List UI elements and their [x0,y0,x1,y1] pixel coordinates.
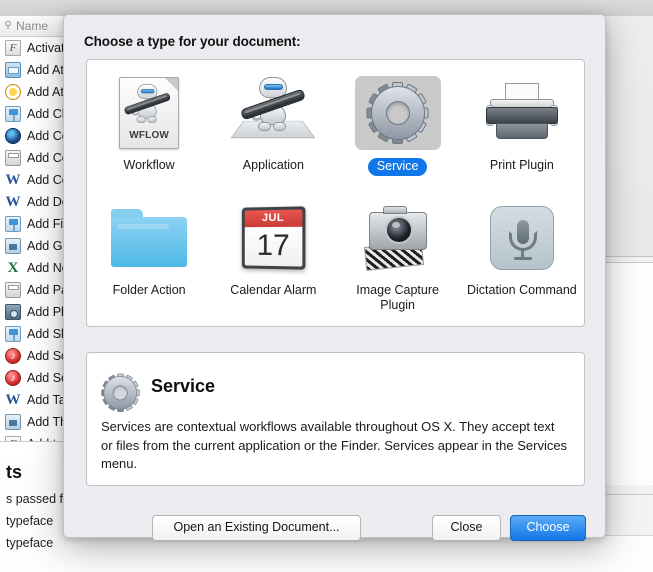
calendar-month: JUL [245,209,303,228]
keynote-icon [5,216,21,232]
document-type-workflow[interactable]: WFLOW Workflow [87,70,211,195]
document-type-label: Calendar Alarm [230,283,317,297]
document-type-print-plugin[interactable]: Print Plugin [460,70,584,195]
grab-icon [5,238,21,254]
detail-header: Service [101,366,568,413]
document-type-label: Dictation Command [466,283,577,297]
document-type-label: Workflow [123,158,175,172]
icon-slot[interactable] [479,76,565,150]
grab-icon [5,414,21,430]
icon-slot[interactable] [106,201,192,275]
close-button[interactable]: Close [432,515,501,541]
calendar-icon: JUL 17 [242,206,306,270]
detail-description: Services are contextual workflows availa… [101,419,568,471]
dialog-title: Choose a type for your document: [84,34,301,49]
keynote-icon [5,326,21,342]
icon-slot[interactable] [354,76,441,150]
detail-title: Service [151,375,216,396]
word-icon [5,194,21,210]
document-type-image-capture-plugin[interactable]: Image Capture Plugin [336,195,460,320]
calendar-day: 17 [245,226,303,267]
automator-robot-icon [123,84,172,126]
icon-slot[interactable]: WFLOW [106,76,192,150]
font-book-icon [5,40,21,56]
word-icon [5,392,21,408]
disc-icon [5,128,21,144]
document-type-row: Folder Action JUL 17 Calendar Alarm Image Ca… [87,195,584,320]
document-type-label: Print Plugin [489,158,554,172]
icon-slot[interactable] [230,76,316,150]
document-type-label: Folder Action [112,283,186,297]
photos-icon [5,304,21,320]
document-type-folder-action[interactable]: Folder Action [87,195,211,320]
choose-button[interactable]: Choose [510,515,586,541]
icon-slot[interactable] [479,201,565,275]
document-type-row: WFLOW Workflow Application Service Print Plu… [87,70,584,195]
printer-icon [485,83,558,143]
document-type-calendar-alarm[interactable]: JUL 17 Calendar Alarm [211,195,335,320]
type-detail-panel: Service Services are contextual workflow… [86,352,585,486]
screen: r workfl ⚲ Name ActivateAdd AttaAdd Atta… [0,0,653,572]
mail-icon [5,62,21,78]
document-type-service[interactable]: Service [336,70,460,195]
document-type-grid[interactable]: WFLOW Workflow Application Service Print Plu… [86,59,585,327]
icon-slot[interactable]: JUL 17 [230,201,316,275]
omnigraffle-icon [5,84,21,100]
canvas-footer [206,536,653,572]
printer-icon [5,150,21,166]
itunes-icon [5,348,21,364]
gear-icon [366,82,429,144]
automator-robot-icon [240,77,307,135]
choose-document-type-dialog: Choose a type for your document: WFLOW Wo… [63,14,606,541]
workflow-document-icon: WFLOW [119,77,180,149]
open-existing-document-button[interactable]: Open an Existing Document... [152,515,361,541]
printer-icon [5,282,21,298]
workflow-badge: WFLOW [129,130,170,141]
itunes-icon [5,370,21,386]
document-type-application[interactable]: Application [211,70,335,195]
gear-icon [101,373,140,413]
camera-icon [359,206,437,271]
document-type-label: Service [367,158,428,176]
document-type-label: Application [242,158,304,172]
search-icon[interactable]: ⚲ [0,21,16,31]
excel-icon [5,260,21,276]
icon-slot[interactable] [355,201,441,275]
column-header-name[interactable]: Name [16,19,48,33]
document-type-label: Image Capture Plugin [356,283,439,312]
microphone-icon [489,206,554,270]
folder-icon [111,209,188,267]
keynote-icon [5,106,21,122]
word-icon [5,172,21,188]
automator-robot-icon [230,77,316,149]
document-type-dictation-command[interactable]: Dictation Command [460,195,584,320]
